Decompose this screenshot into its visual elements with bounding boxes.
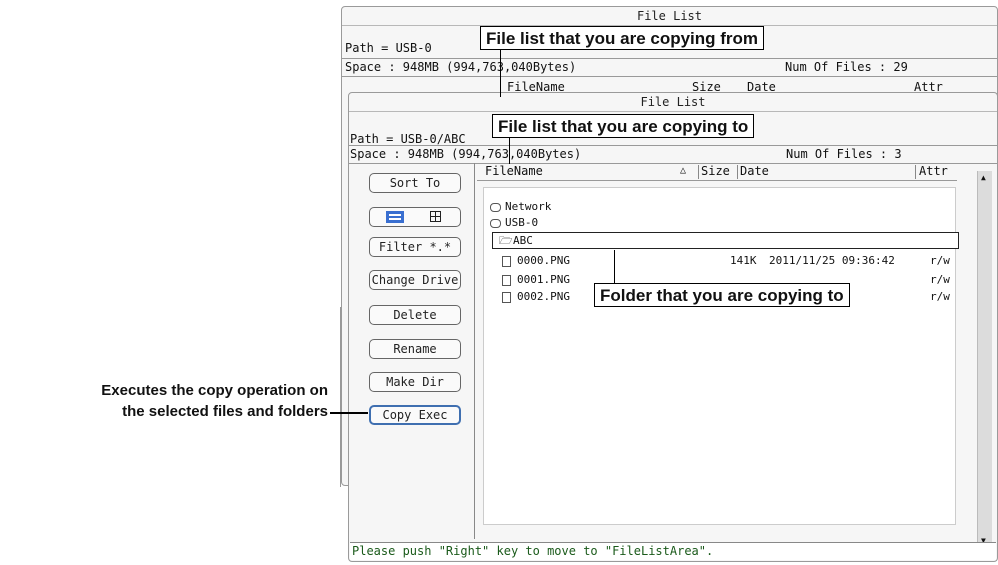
copy-exec-button[interactable]: Copy Exec — [369, 405, 461, 425]
file-row[interactable]: 0000.PNG 141K 2011/11/25 09:36:42 r/w — [502, 253, 957, 269]
status-text: Please push "Right" key to move to "File… — [352, 544, 714, 558]
header-divider — [737, 165, 738, 179]
sort-button[interactable]: Sort To — [369, 173, 461, 193]
back-space: Space : 948MB (994,763,040Bytes) — [345, 60, 577, 74]
annotation-leader — [330, 412, 368, 414]
folder-icon: 🗁 — [499, 234, 513, 247]
delete-button[interactable]: Delete — [369, 305, 461, 325]
file-icon — [502, 291, 511, 303]
thumbnail-view-icon[interactable] — [430, 211, 441, 222]
file-date: 2011/11/25 09:36:42 — [769, 254, 895, 267]
change-drive-button[interactable]: Change Drive — [369, 270, 461, 290]
back-path: Path = USB-0 — [345, 41, 432, 55]
file-name: 0002.PNG — [517, 290, 570, 303]
file-attr: r/w — [930, 273, 950, 286]
tree-label: Network — [505, 200, 552, 213]
scroll-up-icon[interactable]: ▲ — [981, 173, 986, 182]
annotation-line-2: the selected files and folders — [122, 403, 328, 420]
back-num-files: Num Of Files : 29 — [785, 60, 908, 74]
col-size[interactable]: Size — [701, 163, 730, 179]
back-window-title: File List — [342, 7, 997, 26]
callout-leader — [614, 250, 615, 283]
back-left-stub — [340, 307, 347, 487]
front-space: Space : 948MB (994,763,040Bytes) — [350, 147, 582, 161]
tree-item-usb[interactable]: USB-0 — [490, 215, 538, 231]
back-divider — [342, 76, 997, 77]
drive-icon — [490, 218, 501, 228]
callout-folder-to: Folder that you are copying to — [594, 283, 850, 307]
header-underline — [477, 180, 957, 181]
sort-arrow-icon: △ — [680, 165, 687, 176]
scrollbar[interactable]: ▲ ▼ — [977, 171, 992, 547]
file-icon — [502, 274, 511, 286]
file-name: 0000.PNG — [517, 254, 570, 267]
tree-item-network[interactable]: Network — [490, 199, 551, 215]
callout-copying-from: File list that you are copying from — [480, 26, 765, 50]
front-num-files: Num Of Files : 3 — [786, 147, 902, 161]
file-list-area[interactable]: Network USB-0 🗁 ABC 0000.PNG 141K 2011/1… — [483, 187, 959, 525]
drive-icon — [490, 202, 501, 212]
file-size: 141K — [730, 254, 757, 267]
front-window-title: File List — [349, 93, 997, 112]
annotation-line-1: Executes the copy operation on — [101, 382, 328, 399]
view-toggle-button[interactable] — [369, 207, 461, 227]
front-file-list-window: File List Path = USB-0/ABC Space : 948MB… — [348, 92, 998, 562]
file-attr: r/w — [930, 254, 950, 267]
file-attr: r/w — [930, 290, 950, 303]
tree-label: USB-0 — [505, 216, 539, 229]
front-divider — [349, 163, 997, 164]
file-name: 0001.PNG — [517, 273, 570, 286]
status-bar: Please push "Right" key to move to "File… — [350, 542, 996, 560]
panel-divider — [474, 163, 475, 539]
callout-leader — [500, 50, 501, 97]
folder-row-abc[interactable]: 🗁 ABC — [492, 232, 959, 249]
rename-button[interactable]: Rename — [369, 339, 461, 359]
list-view-icon[interactable] — [386, 211, 404, 223]
callout-copying-to: File list that you are copying to — [492, 114, 755, 138]
header-divider — [915, 165, 916, 179]
make-dir-button[interactable]: Make Dir — [369, 372, 461, 392]
col-attr[interactable]: Attr — [919, 163, 948, 179]
copy-exec-annotation: Executes the copy operation on the selec… — [0, 380, 328, 422]
folder-label: ABC — [513, 234, 533, 247]
file-icon — [502, 255, 511, 267]
callout-leader — [509, 138, 510, 164]
col-filename[interactable]: FileName — [485, 163, 543, 179]
filter-button[interactable]: Filter *.* — [369, 237, 461, 257]
col-date[interactable]: Date — [740, 163, 769, 179]
header-divider — [698, 165, 699, 179]
